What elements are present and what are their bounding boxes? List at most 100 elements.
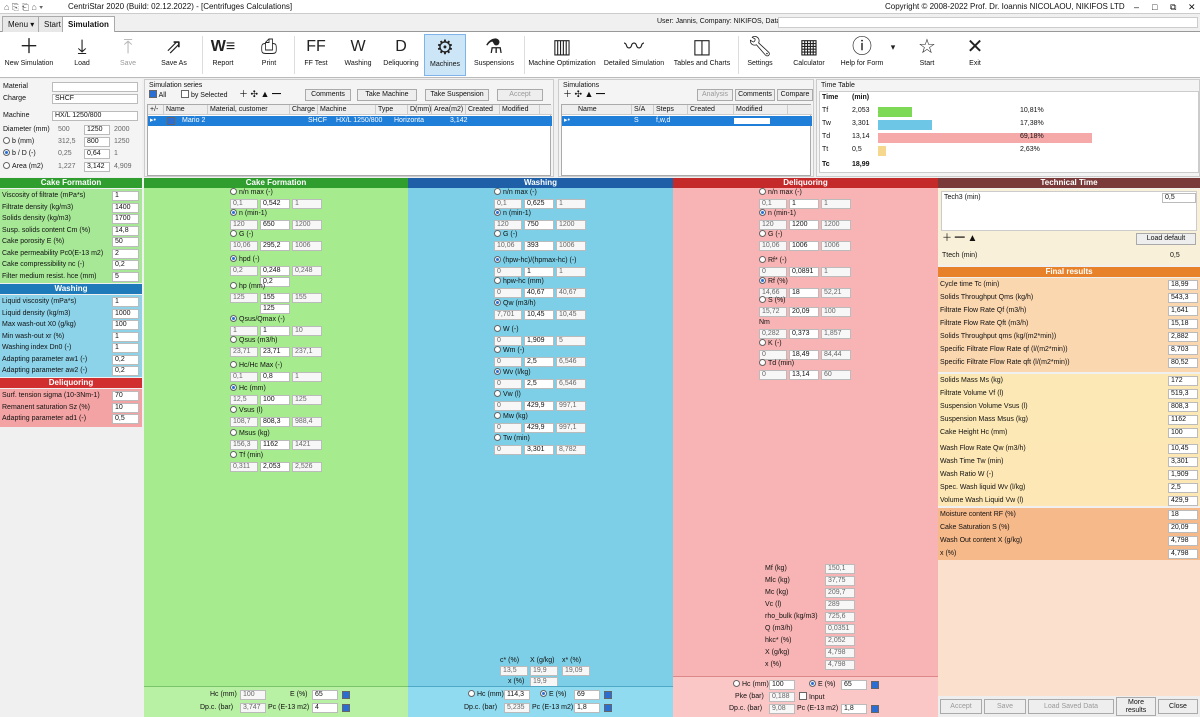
wash-e-label[interactable]: E (%): [540, 690, 567, 700]
wash-param-field[interactable]: 1: [112, 343, 139, 353]
deliq-rf1-label[interactable]: Rf* (-): [759, 256, 787, 266]
cake-n-label[interactable]: n (min-1): [230, 209, 267, 219]
cake-param-field[interactable]: 0,2: [112, 260, 139, 270]
restore-icon[interactable]: ⧉: [1170, 0, 1176, 14]
cake-vsus-label[interactable]: Vsus (l): [230, 406, 263, 416]
deliq-e-checkbox[interactable]: [871, 681, 879, 689]
load-saved-data-button[interactable]: Load Saved Data: [1028, 699, 1114, 714]
machine-optimization-button[interactable]: ▥ Machine Optimization: [526, 34, 598, 76]
cake-g-value[interactable]: 295,2: [260, 241, 290, 251]
row-checkbox[interactable]: [167, 117, 175, 125]
cake-qsus2-label[interactable]: Qsus (m3/h): [230, 336, 278, 346]
cake-hp-label[interactable]: hp (mm): [230, 282, 265, 292]
wash-param-field[interactable]: 100: [112, 320, 139, 330]
by-selected-checkbox[interactable]: by Selected: [181, 90, 228, 101]
deliq-e-field[interactable]: 65: [841, 680, 867, 690]
deliq-rf-label[interactable]: Rf (%): [759, 277, 788, 287]
cake-msus-radio[interactable]: [230, 429, 237, 436]
cake-hpd-label[interactable]: hpd (-): [230, 255, 260, 265]
wash-qw-label[interactable]: Qw (m3/h): [494, 299, 536, 309]
deliq-e-radio[interactable]: [809, 680, 816, 687]
settings-button[interactable]: 🔧︎ Settings: [742, 34, 778, 76]
deliq-rf1-value[interactable]: 0,0891: [789, 267, 819, 277]
b-radio-button[interactable]: [3, 137, 10, 144]
maximize-icon[interactable]: □: [1152, 0, 1157, 14]
wash-hpw-radio[interactable]: [494, 256, 501, 263]
cake-param-field[interactable]: 1700: [112, 214, 139, 224]
suspensions-button[interactable]: ⚗ Suspensions: [470, 34, 518, 76]
cake-qsus-label[interactable]: Qsus/Qmax (-): [230, 315, 285, 325]
diameter-field[interactable]: 1250: [84, 125, 110, 135]
new-simulation-button[interactable]: ＋ New Simulation: [2, 34, 56, 76]
wash-wv-radio[interactable]: [494, 368, 501, 375]
cake-hpd-value[interactable]: 0,248: [260, 266, 290, 276]
final-save-button[interactable]: Save: [984, 699, 1026, 714]
b-radio[interactable]: b (mm): [3, 137, 34, 147]
load-button[interactable]: ⤓ Load: [64, 34, 100, 76]
input-checkbox[interactable]: Input: [799, 692, 825, 703]
wash-tw-label[interactable]: Tw (min): [494, 434, 530, 444]
cake-qsus-value[interactable]: 1: [260, 326, 290, 336]
cake-tf-value[interactable]: 2,053: [260, 462, 290, 472]
wash-hc-label[interactable]: Hc (mm): [468, 690, 504, 700]
wash-g-radio[interactable]: [494, 230, 501, 237]
cake-g-label[interactable]: G (-): [230, 230, 253, 240]
wash-wm-label[interactable]: Wm (-): [494, 346, 524, 356]
analysis-button[interactable]: Analysis: [697, 89, 733, 101]
wash-param-field[interactable]: 1000: [112, 308, 139, 319]
sim-comments-button[interactable]: Comments: [735, 89, 775, 101]
deliq-nmax-radio[interactable]: [759, 188, 766, 195]
machine-field[interactable]: HX/L 1250/800: [52, 111, 138, 121]
wash-hc-field[interactable]: 114,3: [504, 690, 530, 700]
compare-button[interactable]: Compare: [777, 89, 813, 101]
wash-vw-value[interactable]: 429,9: [524, 401, 554, 411]
load-default-button[interactable]: Load default: [1136, 233, 1196, 245]
deliq-nm-value[interactable]: 0,373: [789, 329, 819, 339]
cake-param-field[interactable]: 14,8: [112, 225, 139, 236]
wash-e-field[interactable]: 69: [574, 690, 600, 700]
bd-radio[interactable]: b / D (-): [3, 149, 36, 159]
close-window-icon[interactable]: ✕: [1188, 0, 1196, 14]
final-accept-button[interactable]: Accept: [940, 699, 982, 714]
print-button[interactable]: ⎙ Print: [252, 34, 286, 76]
wash-qw-radio[interactable]: [494, 299, 501, 306]
wash-e-checkbox[interactable]: [604, 691, 612, 699]
cake-nmax-value[interactable]: 0,542: [260, 199, 290, 209]
ff-test-button[interactable]: FF FF Test: [298, 34, 334, 76]
tab-simulation[interactable]: Simulation: [62, 16, 115, 32]
cake-g-radio[interactable]: [230, 230, 237, 237]
pke-field[interactable]: 0,188: [769, 692, 795, 702]
deliq-n-radio[interactable]: [759, 209, 766, 216]
deliq-s-radio[interactable]: [759, 296, 766, 303]
by-selected-check[interactable]: [181, 90, 189, 98]
tech3-field[interactable]: 0,5: [1162, 193, 1196, 203]
table-row[interactable]: ▸• Sf,w,d: [562, 116, 812, 126]
wash-param-field[interactable]: 1: [112, 331, 139, 342]
wash-tw-value[interactable]: 3,301: [524, 445, 554, 455]
cake-e-checkbox[interactable]: [342, 691, 350, 699]
wash-vw-radio[interactable]: [494, 390, 501, 397]
deliq-td-radio[interactable]: [759, 359, 766, 366]
cake-hc-radio[interactable]: [230, 384, 237, 391]
wash-w-value[interactable]: 1,909: [524, 336, 554, 346]
cake-qsus2-value[interactable]: 23,71: [260, 347, 290, 357]
input-check[interactable]: [799, 692, 807, 700]
deliq-param-field[interactable]: 0,5: [112, 414, 139, 424]
deliquoring-button[interactable]: D Deliquoring: [380, 34, 422, 76]
wash-dp-field[interactable]: 5,235: [504, 703, 530, 713]
wash-nmax-label[interactable]: n/n max (-): [494, 188, 537, 198]
wash-wm-radio[interactable]: [494, 346, 501, 353]
cake-param-field[interactable]: 5: [112, 271, 139, 282]
deliq-nmax-value[interactable]: 1: [789, 199, 819, 209]
wash-n-radio[interactable]: [494, 209, 501, 216]
deliq-hc-label[interactable]: Hc (mm): [733, 680, 769, 690]
cake-param-field[interactable]: 50: [112, 237, 139, 247]
tables-charts-button[interactable]: ◫ Tables and Charts: [670, 34, 734, 76]
wash-wm-value[interactable]: 2,5: [524, 357, 554, 367]
menu-dropdown[interactable]: Menu ▾: [2, 16, 41, 32]
bd-radio-button[interactable]: [3, 149, 10, 156]
cake-nmax-label[interactable]: n/n max (-): [230, 188, 273, 198]
washing-button[interactable]: W Washing: [340, 34, 376, 76]
deliq-pc-checkbox[interactable]: [871, 705, 879, 713]
deliq-hc-radio[interactable]: [733, 680, 740, 687]
